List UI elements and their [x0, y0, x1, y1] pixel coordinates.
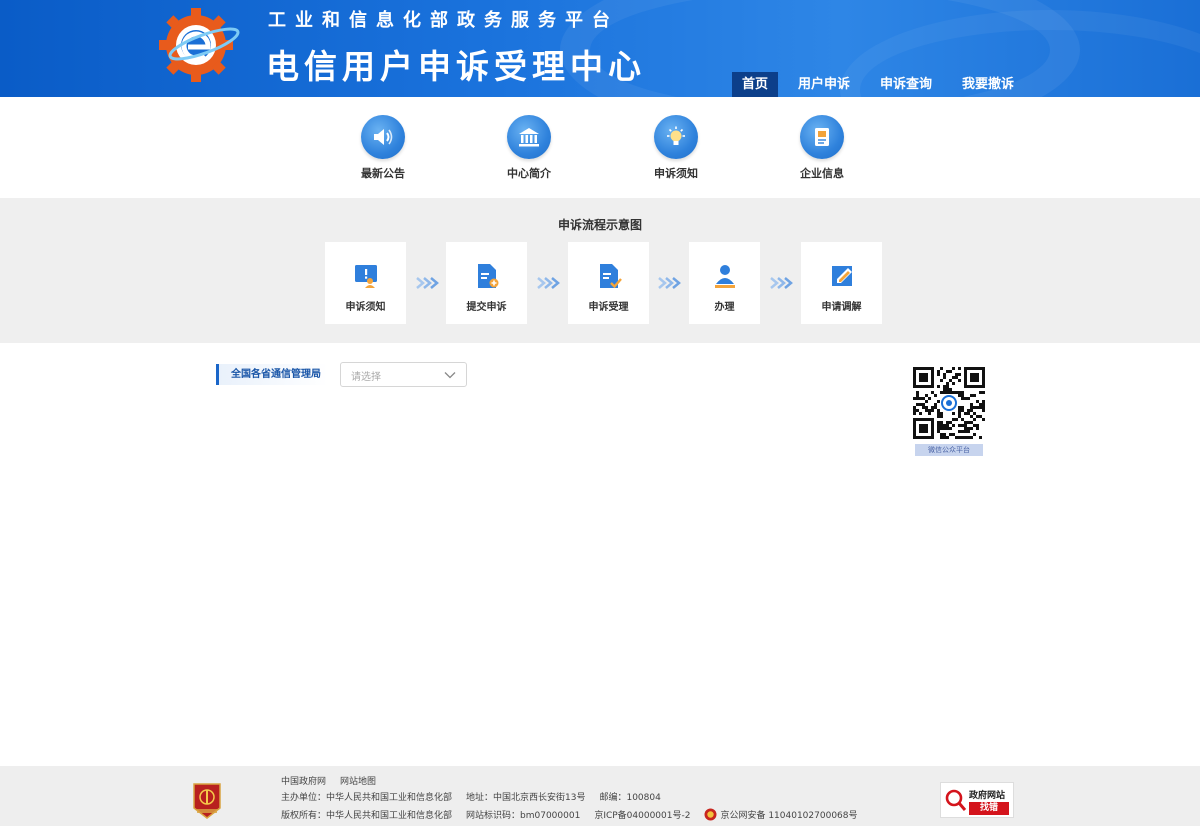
province-select[interactable]: 请选择 [340, 362, 467, 387]
footer-link-sitemap[interactable]: 网站地图 [340, 777, 376, 787]
accepted-document-icon [599, 264, 622, 289]
police-badge-icon [704, 808, 717, 821]
quick-link-label: 最新公告 [361, 167, 405, 180]
badge-action: 找错 [969, 802, 1009, 815]
flow-step-notice: 申诉须知 [325, 242, 406, 324]
site-header: 工业和信息化部政务服务平台 电信用户申诉受理中心 首页 用户申诉 申诉查询 我要… [0, 0, 1200, 97]
footer-copyright: 版权所有：中华人民共和国工业和信息化部 [281, 811, 453, 821]
quick-link-label: 企业信息 [800, 167, 844, 180]
quick-link-announcement[interactable]: 最新公告 [343, 115, 423, 181]
double-chevron-icon [658, 277, 681, 289]
main-nav: 首页 用户申诉 申诉查询 我要撤诉 [732, 72, 1034, 97]
quick-link-intro[interactable]: 中心简介 [489, 115, 569, 181]
gov-site-error-report-badge[interactable]: 政府网站 找错 [940, 782, 1014, 818]
flow-step-label: 申诉须知 [345, 302, 386, 313]
submit-document-icon [477, 264, 498, 288]
quick-link-label: 中心简介 [507, 167, 551, 180]
badge-title: 政府网站 [969, 791, 1006, 801]
flow-step-accepted: 申诉受理 [568, 242, 649, 324]
flow-step-label: 申诉受理 [588, 302, 629, 313]
footer-site-code: 网站标识码：bm07000001 [466, 811, 581, 821]
flow-step-mediation: 申请调解 [801, 242, 882, 324]
flow-step-submit: 提交申诉 [446, 242, 527, 324]
province-label: 全国各省通信管理局 [216, 364, 328, 385]
nav-item-withdraw[interactable]: 我要撤诉 [952, 72, 1024, 97]
notice-icon [354, 265, 377, 288]
qr-caption: 微信公众平台 [915, 444, 983, 456]
footer-police-record[interactable]: 京公网安备 11040102700068号 [720, 811, 857, 821]
quick-link-company[interactable]: 企业信息 [782, 115, 862, 181]
nav-item-complaint-query[interactable]: 申诉查询 [870, 72, 942, 97]
handler-person-icon [714, 265, 735, 288]
platform-subtitle: 工业和信息化部政务服务平台 [268, 10, 619, 31]
complaint-flow: 申诉流程示意图 申诉须知 提交申诉 申诉受理 办理 申请调解 [0, 198, 1200, 343]
quick-link-label: 申诉须知 [654, 167, 698, 180]
flow-step-label: 提交申诉 [466, 302, 507, 313]
lightbulb-icon [654, 115, 698, 159]
speaker-icon [361, 115, 405, 159]
footer-postcode: 邮编：100804 [599, 793, 661, 803]
footer-info-line: 主办单位：中华人民共和国工业和信息化部 地址：中国北京西长安街13号 邮编：1008… [281, 790, 675, 803]
province-select-placeholder: 请选择 [351, 372, 381, 383]
building-icon [507, 115, 551, 159]
flow-title: 申诉流程示意图 [557, 218, 642, 232]
nav-item-home[interactable]: 首页 [732, 72, 779, 97]
gear-logo-icon[interactable] [158, 6, 240, 84]
double-chevron-icon [416, 277, 439, 289]
double-chevron-icon [770, 277, 793, 289]
footer-links: 中国政府网 网站地图 [281, 774, 390, 787]
flow-step-label: 申请调解 [821, 302, 862, 313]
party-emblem-icon[interactable] [192, 782, 222, 820]
quick-link-notice[interactable]: 申诉须知 [636, 115, 716, 181]
flow-step-handle: 办理 [689, 242, 760, 324]
quick-links: 最新公告 中心简介 申诉须知 企业信息 [0, 97, 1200, 197]
footer-sponsor: 主办单位：中华人民共和国工业和信息化部 [281, 793, 453, 803]
footer-address: 地址：中国北京西长安街13号 [466, 793, 586, 803]
chevron-down-icon [444, 372, 456, 379]
nav-item-user-complaint[interactable]: 用户申诉 [788, 72, 860, 97]
edit-pen-icon [831, 266, 852, 286]
document-icon [800, 115, 844, 159]
footer-link-gov[interactable]: 中国政府网 [281, 777, 326, 787]
footer-copyright-line: 版权所有：中华人民共和国工业和信息化部 网站标识码：bm07000001 京ICP备… [281, 808, 872, 821]
flow-step-label: 办理 [714, 302, 735, 313]
footer-icp[interactable]: 京ICP备04000001号-2 [594, 811, 690, 821]
site-title: 电信用户申诉受理中心 [266, 47, 646, 86]
double-chevron-icon [537, 277, 560, 289]
magnifier-icon [945, 789, 967, 811]
wechat-qr-code [913, 367, 985, 439]
site-footer: 中国政府网 网站地图 主办单位：中华人民共和国工业和信息化部 地址：中国北京西长安街… [0, 766, 1200, 826]
